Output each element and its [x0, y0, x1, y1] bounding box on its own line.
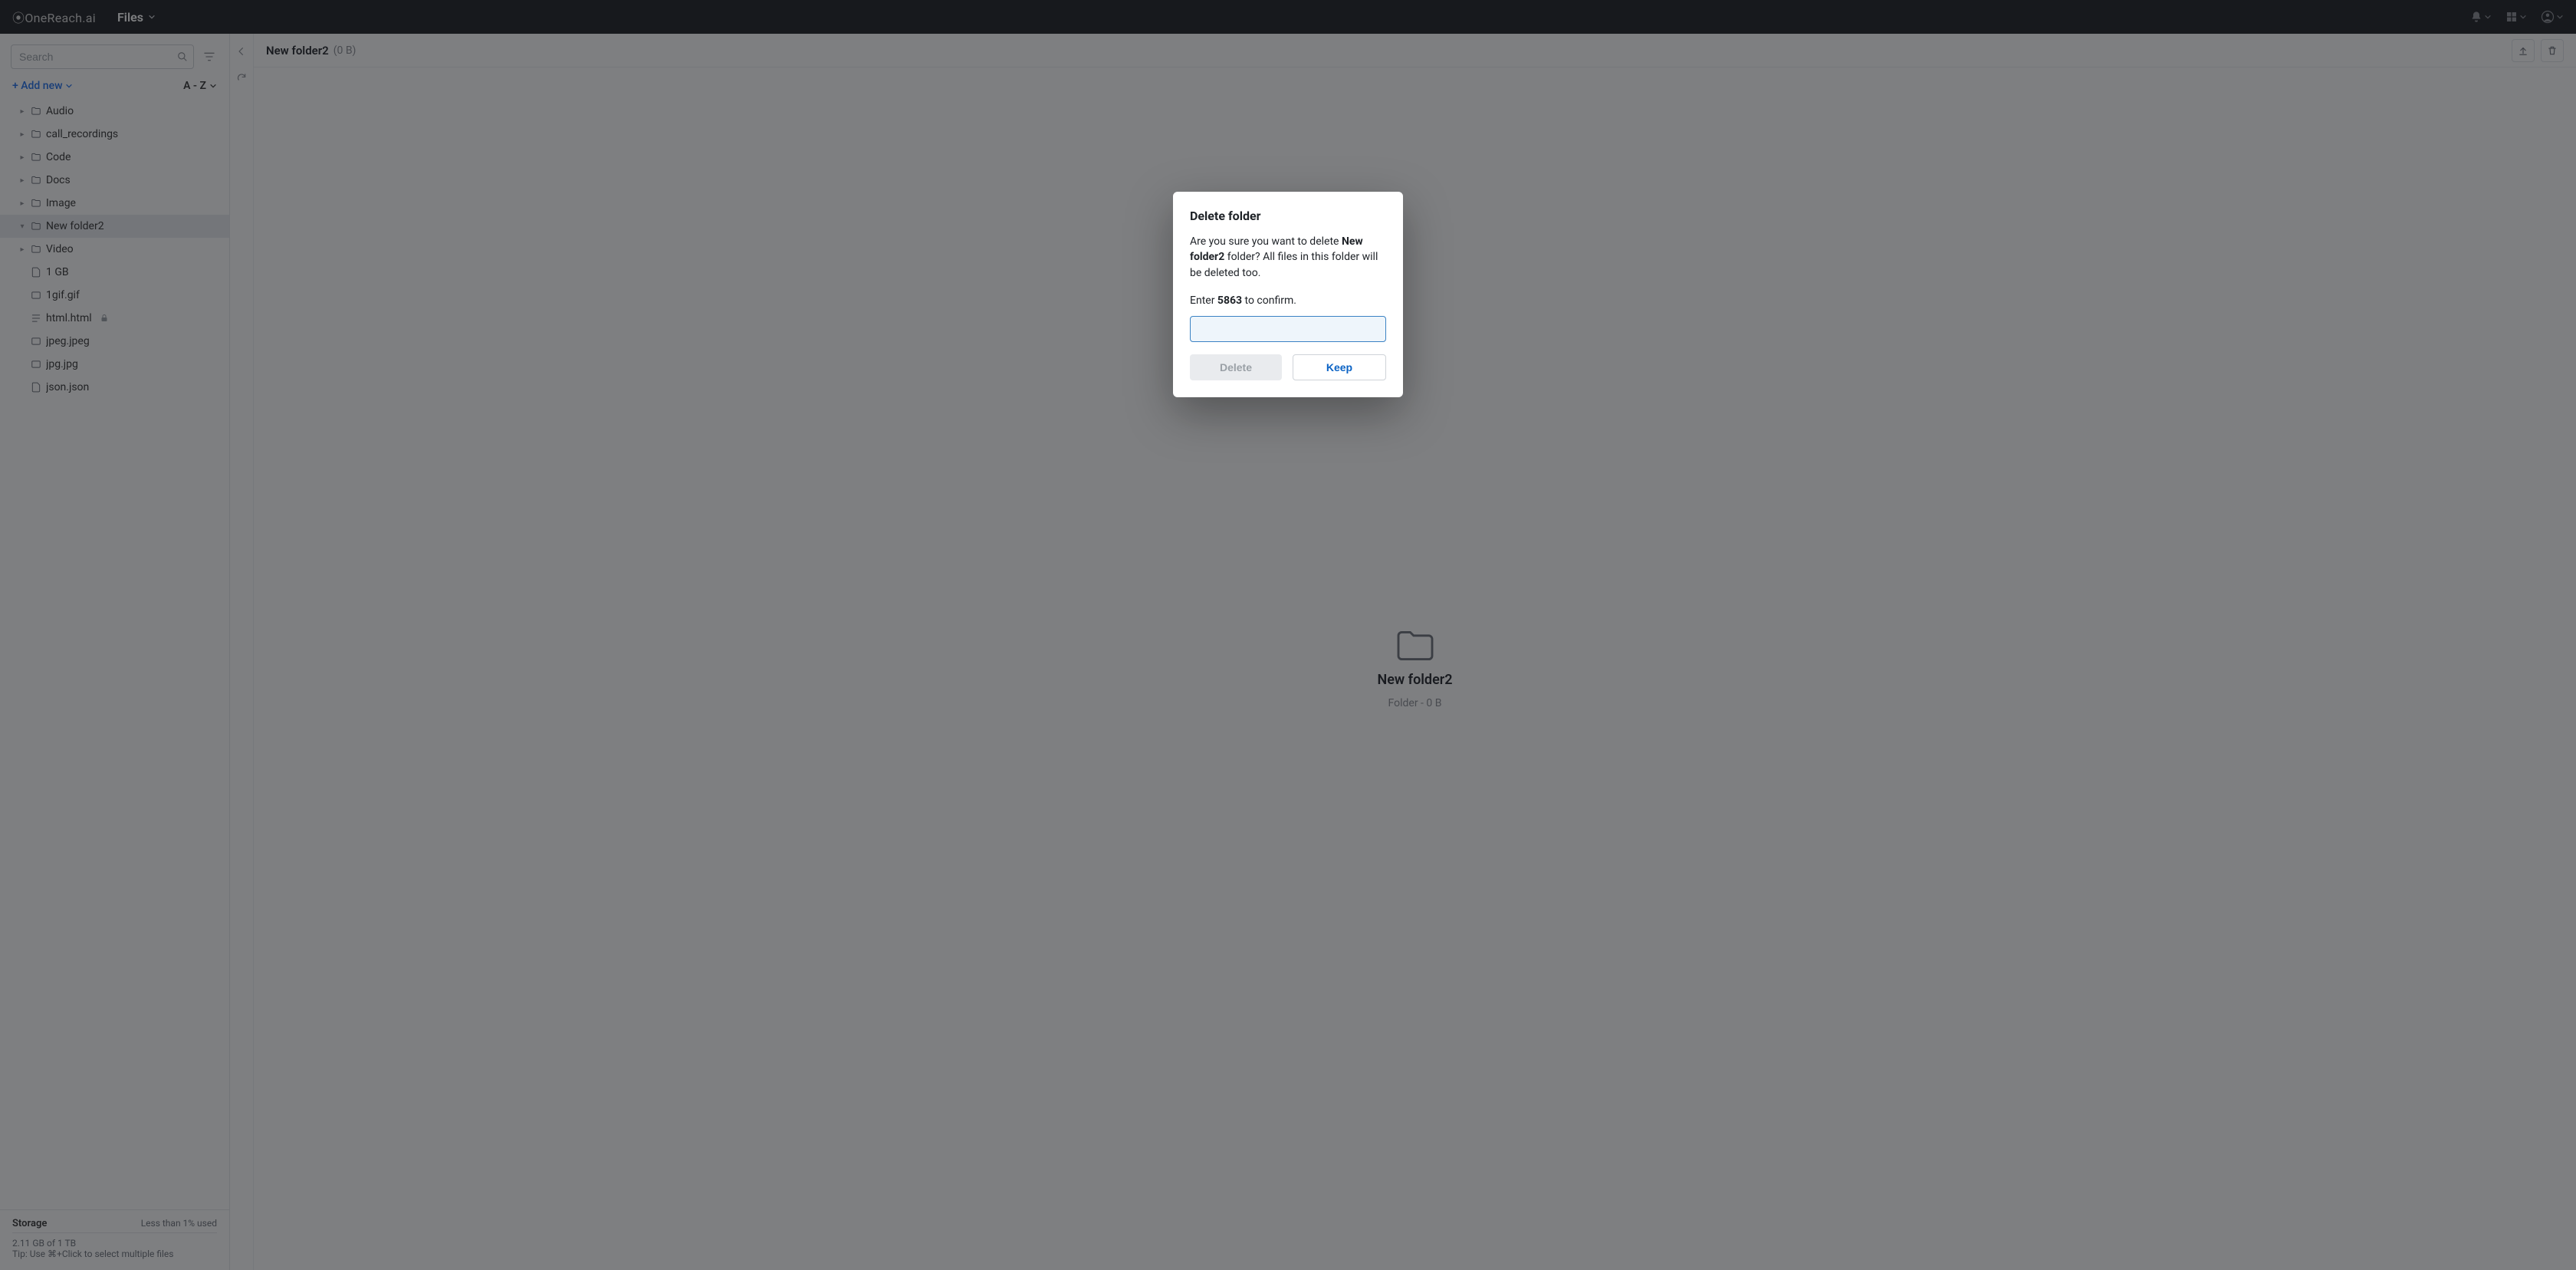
delete-folder-modal: Delete folder Are you sure you want to d…: [1173, 192, 1403, 397]
modal-line1: Are you sure you want to delete: [1190, 235, 1339, 248]
modal-delete-button[interactable]: Delete: [1190, 354, 1282, 380]
modal-confirm-instruction: Enter 5863 to confirm.: [1190, 293, 1386, 308]
modal-confirm-suffix: to confirm.: [1242, 294, 1296, 307]
modal-title: Delete folder: [1190, 209, 1386, 223]
confirm-code-input[interactable]: [1190, 316, 1386, 342]
modal-confirm-code: 5863: [1217, 294, 1242, 307]
modal-overlay[interactable]: Delete folder Are you sure you want to d…: [0, 0, 2576, 1270]
modal-confirm-prefix: Enter: [1190, 294, 1217, 307]
modal-message: Are you sure you want to delete New fold…: [1190, 234, 1386, 281]
modal-keep-button[interactable]: Keep: [1293, 354, 1386, 380]
